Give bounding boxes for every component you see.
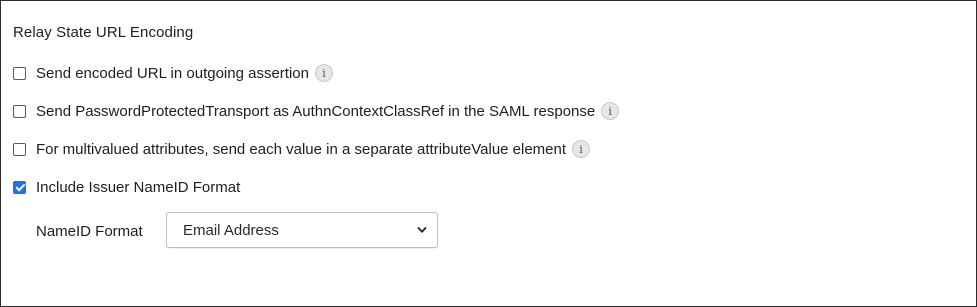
nameid-format-label: NameID Format xyxy=(36,223,143,240)
section-title: Relay State URL Encoding xyxy=(13,24,194,41)
password-protected-transport-checkbox[interactable] xyxy=(13,104,26,118)
password-protected-transport-label[interactable]: Send PasswordProtectedTransport as Authn… xyxy=(36,103,595,120)
multivalued-attributes-checkbox[interactable] xyxy=(13,142,26,156)
info-icon[interactable]: i xyxy=(314,64,333,82)
option-include-issuer-nameid-format[interactable]: Include Issuer NameID Format xyxy=(13,177,240,197)
multivalued-attributes-label[interactable]: For multivalued attributes, send each va… xyxy=(36,141,566,158)
send-encoded-url-checkbox[interactable] xyxy=(13,66,26,80)
chevron-down-icon xyxy=(417,227,427,233)
info-icon[interactable]: i xyxy=(601,102,620,120)
include-issuer-nameid-format-label[interactable]: Include Issuer NameID Format xyxy=(36,179,240,196)
option-password-protected-transport[interactable]: Send PasswordProtectedTransport as Authn… xyxy=(13,101,620,121)
include-issuer-nameid-format-checkbox[interactable] xyxy=(13,180,26,194)
info-icon[interactable]: i xyxy=(572,140,591,158)
nameid-format-selected-value: Email Address xyxy=(183,222,279,239)
option-multivalued-attributes[interactable]: For multivalued attributes, send each va… xyxy=(13,139,591,159)
nameid-format-select[interactable]: Email Address xyxy=(166,212,438,248)
option-send-encoded-url[interactable]: Send encoded URL in outgoing assertion i xyxy=(13,63,333,83)
send-encoded-url-label[interactable]: Send encoded URL in outgoing assertion xyxy=(36,65,309,82)
relay-state-settings-panel: Relay State URL Encoding Send encoded UR… xyxy=(0,0,977,307)
